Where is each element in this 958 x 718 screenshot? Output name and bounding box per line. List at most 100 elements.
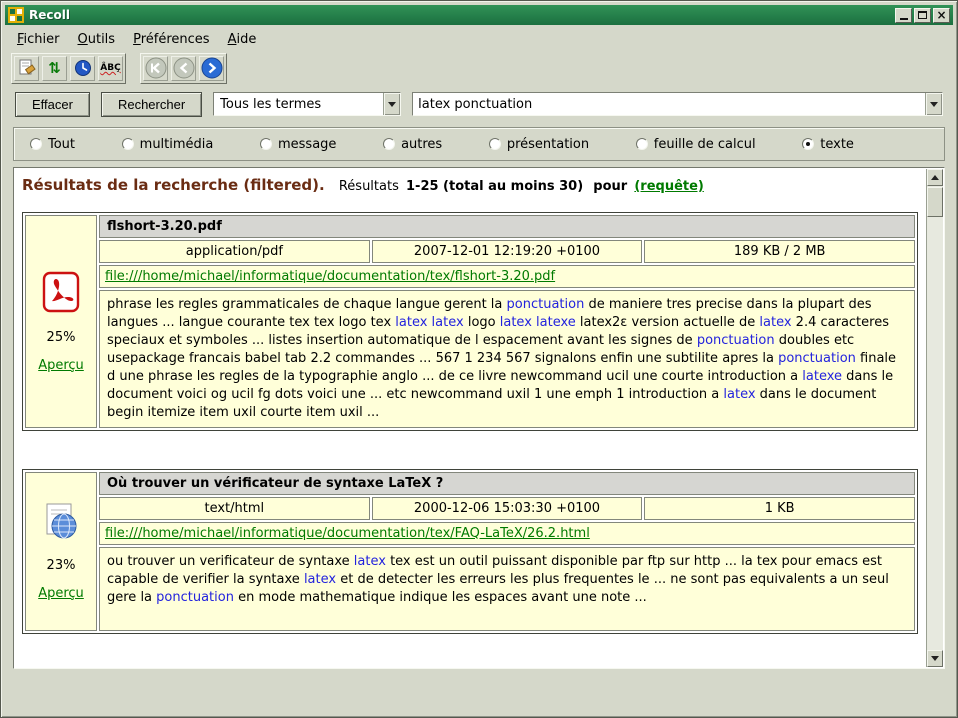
results-header-summary: Résultats 1-25 (total au moins 30) pour …: [339, 179, 704, 194]
menu-fichier[interactable]: Fichier: [9, 29, 68, 50]
radio-icon[interactable]: [30, 138, 42, 150]
clear-search-button[interactable]: [14, 56, 39, 81]
scroll-up-button[interactable]: [927, 169, 943, 186]
filter-label: multimédia: [140, 137, 214, 152]
radio-icon[interactable]: [802, 138, 814, 150]
html-file-icon[interactable]: [43, 503, 79, 545]
first-page-icon: [145, 57, 167, 79]
minimize-icon: [900, 18, 908, 20]
query-history-dropdown-button[interactable]: [925, 93, 942, 115]
preview-link[interactable]: Aperçu: [38, 586, 84, 601]
results-header-title: Résultats de la recherche (filtered).: [22, 176, 325, 194]
menu-preferences[interactable]: Préférences: [125, 29, 217, 50]
filter-label: présentation: [507, 137, 589, 152]
radio-icon[interactable]: [636, 138, 648, 150]
filter-label: autres: [401, 137, 442, 152]
radio-icon[interactable]: [383, 138, 395, 150]
filter-label: feuille de calcul: [654, 137, 756, 152]
radio-icon[interactable]: [489, 138, 501, 150]
results-list: Résultats de la recherche (filtered). Ré…: [14, 168, 926, 668]
clock-icon: [74, 59, 92, 77]
filter-label: message: [278, 137, 336, 152]
search-button[interactable]: Rechercher: [101, 92, 202, 117]
search-mode-dropdown-button[interactable]: [383, 93, 400, 115]
recoll-window: Recoll × Fichier Outils Préférences Aide…: [0, 0, 958, 718]
result-url-link[interactable]: file:///home/michael/informatique/docume…: [105, 526, 590, 541]
result-size: 1 KB: [644, 497, 915, 520]
update-index-button[interactable]: ⇅: [42, 56, 67, 81]
result-mime: application/pdf: [99, 240, 370, 263]
down-arrow-icon: [931, 656, 939, 661]
results-header: Résultats de la recherche (filtered). Ré…: [20, 172, 920, 204]
results-count-range: 1-25 (total au moins 30): [406, 179, 583, 194]
menu-outils-accel: O: [78, 32, 88, 47]
window-title: Recoll: [29, 8, 893, 22]
filter-radio-tout[interactable]: Tout: [30, 137, 75, 152]
minimize-button[interactable]: [895, 8, 912, 23]
menu-outils-rest: utils: [88, 32, 115, 47]
results-count-pour: pour: [593, 179, 627, 194]
result-meta-row: application/pdf 2007-12-01 12:19:20 +010…: [99, 240, 915, 263]
result-title: flshort-3.20.pdf: [99, 215, 915, 238]
update-index-icon: ⇅: [48, 61, 61, 76]
result-details: flshort-3.20.pdf application/pdf 2007-12…: [99, 215, 915, 428]
toolbar-nav-group: [140, 53, 227, 84]
relevance-percent: 25%: [47, 330, 76, 345]
result-date: 2007-12-01 12:19:20 +0100: [372, 240, 643, 263]
maximize-button[interactable]: [914, 8, 931, 23]
results-panel: Résultats de la recherche (filtered). Ré…: [13, 167, 945, 669]
filter-radio-feuille-de-calcul[interactable]: feuille de calcul: [636, 137, 756, 152]
result-url-link[interactable]: file:///home/michael/informatique/docume…: [105, 269, 555, 284]
filter-radio-multimedia[interactable]: multimédia: [122, 137, 214, 152]
menu-preferences-accel: P: [133, 32, 141, 47]
result-title: Où trouver un vérificateur de syntaxe La…: [99, 472, 915, 495]
toolbar-main-group: ⇅ ÂBÇ: [11, 53, 126, 84]
clear-button[interactable]: Effacer: [15, 92, 90, 117]
filter-radio-presentation[interactable]: présentation: [489, 137, 589, 152]
result-abstract: ou trouver un verificateur de syntaxe la…: [99, 547, 915, 631]
menu-aide-rest: ide: [236, 32, 256, 47]
query-details-link[interactable]: (requête): [634, 179, 704, 194]
menu-aide[interactable]: Aide: [220, 29, 265, 50]
term-explorer-button[interactable]: ÂBÇ: [98, 56, 123, 81]
filter-radio-texte[interactable]: texte: [802, 137, 854, 152]
filter-radio-message[interactable]: message: [260, 137, 336, 152]
preview-link[interactable]: Aperçu: [38, 358, 84, 373]
scrollbar-thumb[interactable]: [927, 187, 943, 217]
scrollbar-track[interactable]: [927, 217, 943, 650]
menubar: Fichier Outils Préférences Aide: [5, 27, 953, 51]
menu-outils[interactable]: Outils: [70, 29, 124, 50]
vertical-scrollbar[interactable]: [926, 169, 943, 667]
radio-icon[interactable]: [260, 138, 272, 150]
next-page-button[interactable]: [199, 56, 224, 81]
search-mode-value: Tous les termes: [214, 93, 383, 115]
search-row: Effacer Rechercher Tous les termes: [15, 91, 943, 117]
result-url-row: file:///home/michael/informatique/docume…: [99, 265, 915, 288]
filter-radio-autres[interactable]: autres: [383, 137, 442, 152]
menu-preferences-rest: références: [141, 32, 210, 47]
result-date: 2000-12-06 15:03:30 +0100: [372, 497, 643, 520]
search-input[interactable]: [413, 93, 925, 115]
next-page-icon: [201, 57, 223, 79]
first-page-button[interactable]: [143, 56, 168, 81]
result-url-row: file:///home/michael/informatique/docume…: [99, 522, 915, 545]
query-combo[interactable]: [412, 92, 943, 116]
titlebar[interactable]: Recoll ×: [5, 5, 953, 25]
previous-page-button[interactable]: [171, 56, 196, 81]
filter-label: Tout: [48, 137, 75, 152]
clear-search-icon: [18, 59, 36, 77]
close-button[interactable]: ×: [933, 8, 950, 23]
maximize-icon: [918, 11, 927, 19]
scroll-down-button[interactable]: [927, 650, 943, 667]
radio-icon[interactable]: [122, 138, 134, 150]
chevron-down-icon: [930, 102, 938, 107]
result-size: 189 KB / 2 MB: [644, 240, 915, 263]
result-meta-row: text/html 2000-12-06 15:03:30 +0100 1 KB: [99, 497, 915, 520]
filter-bar: Tout multimédia message autres présentat…: [13, 127, 945, 161]
pdf-file-icon[interactable]: [42, 271, 80, 317]
search-mode-select[interactable]: Tous les termes: [213, 92, 401, 116]
app-icon: [8, 7, 24, 23]
filter-label: texte: [820, 137, 854, 152]
history-button[interactable]: [70, 56, 95, 81]
result-mime: text/html: [99, 497, 370, 520]
